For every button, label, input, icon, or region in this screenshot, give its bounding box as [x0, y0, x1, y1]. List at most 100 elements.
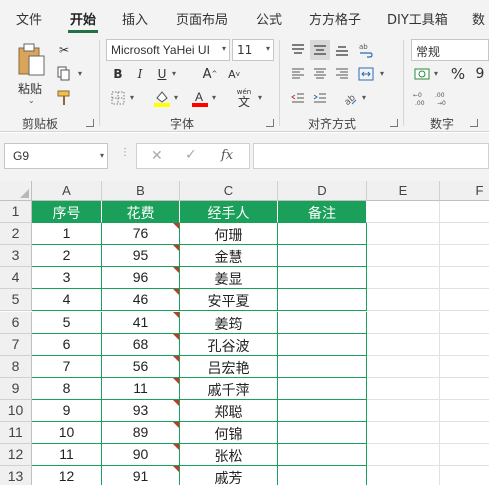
table-cell[interactable]: 91 [102, 466, 180, 485]
merge-center-icon[interactable] [356, 64, 376, 84]
empty-cell[interactable] [440, 245, 489, 268]
shrink-font-button[interactable]: Av [224, 64, 244, 84]
comma-style-button[interactable]: 9 [470, 64, 489, 84]
font-color-dropdown-icon[interactable]: ▾ [212, 93, 216, 102]
empty-cell[interactable] [440, 422, 489, 445]
cut-icon[interactable]: ✂ [54, 40, 74, 60]
row-header-3[interactable]: 3 [0, 245, 32, 268]
table-cell[interactable] [278, 399, 367, 422]
tab-home[interactable]: 开始 [70, 9, 96, 28]
align-middle-icon[interactable] [310, 40, 330, 60]
select-all-button[interactable] [0, 181, 32, 201]
table-cell[interactable]: 11 [102, 377, 180, 400]
row-header-10[interactable]: 10 [0, 399, 32, 422]
empty-cell[interactable] [440, 267, 489, 290]
table-cell[interactable] [278, 444, 367, 467]
table-cell[interactable] [278, 422, 367, 445]
empty-cell[interactable] [367, 289, 440, 312]
percent-style-button[interactable]: % [448, 64, 468, 84]
empty-cell[interactable] [440, 356, 489, 378]
tab-page-layout[interactable]: 页面布局 [176, 9, 228, 28]
tab-insert[interactable]: 插入 [122, 9, 148, 28]
tab-file[interactable]: 文件 [16, 9, 42, 28]
column-header-f[interactable]: F [440, 181, 489, 201]
underline-button[interactable]: U [152, 64, 172, 84]
table-cell[interactable]: 何珊 [180, 223, 278, 246]
italic-button[interactable]: I [130, 64, 150, 84]
empty-cell[interactable] [367, 245, 440, 268]
column-header-b[interactable]: B [102, 181, 180, 201]
table-cell[interactable]: 吕宏艳 [180, 355, 278, 378]
table-cell[interactable]: 68 [102, 333, 180, 356]
table-cell[interactable]: 1 [32, 223, 102, 246]
column-header-d[interactable]: D [278, 181, 367, 201]
empty-cell[interactable] [367, 267, 440, 290]
tab-diy-toolbox[interactable]: DIY工具箱 [387, 9, 448, 28]
wrap-text-icon[interactable]: ab [356, 40, 376, 60]
underline-dropdown-icon[interactable]: ▾ [172, 69, 176, 78]
table-cell[interactable]: 5 [32, 311, 102, 334]
table-cell[interactable]: 4 [32, 289, 102, 312]
row-header-13[interactable]: 13 [0, 466, 32, 485]
align-left-icon[interactable] [288, 64, 308, 84]
decrease-indent-icon[interactable] [288, 88, 308, 108]
tab-formulas[interactable]: 公式 [256, 9, 282, 28]
clipboard-launcher-icon[interactable] [86, 119, 94, 127]
empty-cell[interactable] [367, 223, 440, 246]
table-header-cell[interactable]: 花费 [102, 201, 180, 224]
column-header-e[interactable]: E [367, 181, 440, 201]
align-bottom-icon[interactable] [332, 40, 352, 60]
table-cell[interactable] [278, 223, 367, 246]
merge-dropdown-icon[interactable]: ▾ [380, 69, 384, 78]
row-header-8[interactable]: 8 [0, 355, 32, 378]
table-cell[interactable]: 戚千萍 [180, 377, 278, 400]
orientation-icon[interactable]: ab [340, 88, 360, 108]
name-box[interactable]: G9 ▾ [4, 143, 108, 169]
row-header-4[interactable]: 4 [0, 267, 32, 290]
increase-decimal-icon[interactable]: ←0.00 [412, 88, 432, 108]
empty-cell[interactable] [367, 466, 440, 485]
enter-check-icon[interactable]: ✓ [185, 147, 197, 163]
empty-cell[interactable] [367, 355, 440, 378]
font-name-select[interactable]: Microsoft YaHei UI ▾ [106, 39, 230, 61]
row-header-2[interactable]: 2 [0, 223, 32, 246]
font-size-select[interactable]: 11 ▾ [232, 39, 274, 61]
table-cell[interactable]: 41 [102, 311, 180, 334]
copy-dropdown-icon[interactable]: ▾ [78, 69, 82, 78]
phonetic-dropdown-icon[interactable]: ▾ [258, 93, 262, 102]
table-cell[interactable]: 46 [102, 289, 180, 312]
copy-icon[interactable] [54, 64, 74, 84]
align-top-icon[interactable] [288, 40, 308, 60]
table-cell[interactable]: 95 [102, 245, 180, 268]
table-cell[interactable]: 金慧 [180, 245, 278, 268]
table-cell[interactable]: 姜筠 [180, 311, 278, 334]
table-cell[interactable]: 6 [32, 333, 102, 356]
table-cell[interactable]: 戚芳 [180, 466, 278, 485]
table-cell[interactable]: 11 [32, 444, 102, 467]
currency-dropdown-icon[interactable]: ▾ [434, 69, 438, 78]
row-header-1[interactable]: 1 [0, 201, 32, 224]
table-cell[interactable]: 89 [102, 422, 180, 445]
grow-font-button[interactable]: A ^ [200, 64, 220, 84]
format-painter-icon[interactable] [54, 88, 74, 108]
insert-function-button[interactable]: fx [221, 148, 233, 163]
currency-format-icon[interactable] [412, 64, 432, 84]
table-cell[interactable]: 90 [102, 444, 180, 467]
table-cell[interactable]: 9 [32, 399, 102, 422]
empty-cell[interactable] [440, 444, 489, 467]
bold-button[interactable]: B [108, 64, 128, 84]
table-cell[interactable]: 12 [32, 466, 102, 485]
table-cell[interactable] [278, 289, 367, 312]
table-cell[interactable]: 孔谷波 [180, 333, 278, 356]
table-cell[interactable]: 姜显 [180, 267, 278, 290]
orientation-dropdown-icon[interactable]: ▾ [362, 93, 366, 102]
empty-cell[interactable] [440, 400, 489, 422]
align-right-icon[interactable] [332, 64, 352, 84]
font-color-button[interactable]: A [190, 88, 210, 108]
phonetic-guide-button[interactable]: wén 文 [232, 86, 256, 110]
table-cell[interactable]: 93 [102, 399, 180, 422]
more-options-icon[interactable]: ⋮ [120, 147, 130, 158]
number-format-select[interactable]: 常规 [411, 39, 489, 61]
table-cell[interactable]: 7 [32, 355, 102, 378]
empty-cell[interactable] [367, 333, 440, 356]
